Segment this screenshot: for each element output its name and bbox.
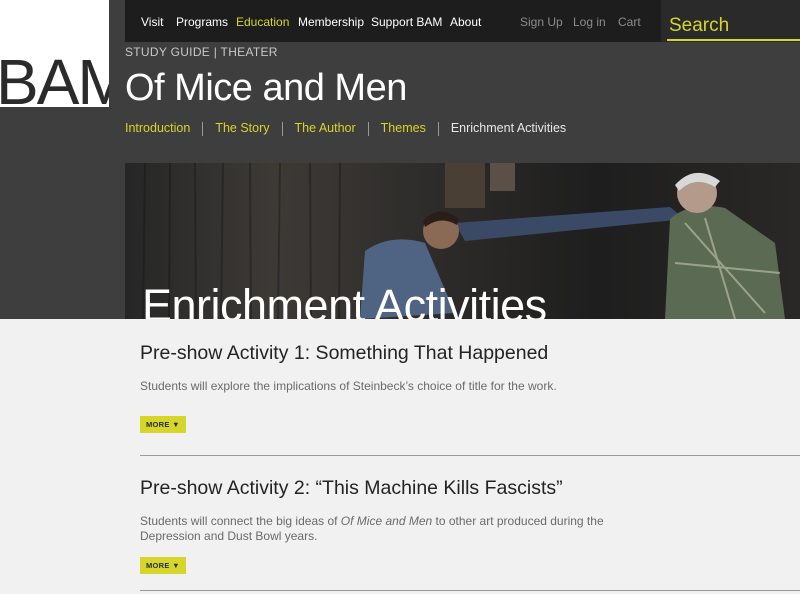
subnav-separator (367, 121, 369, 136)
subnav-separator (202, 121, 204, 136)
nav-item-membership[interactable]: Membership (298, 15, 364, 29)
dropdown-triangle-icon: ▼ (172, 420, 180, 429)
subnav-themes[interactable]: Themes (381, 121, 426, 135)
search-input[interactable]: Search (661, 0, 800, 42)
activity-divider (140, 590, 800, 591)
nav-item-programs[interactable]: Programs (176, 15, 228, 29)
subnav-enrichment-activities: Enrichment Activities (450, 121, 567, 135)
activity-item: Pre-show Activity 2: “This Machine Kills… (140, 477, 800, 574)
logo-text: BAM (0, 46, 109, 107)
hero-image: Enrichment Activities (125, 163, 800, 319)
search-underline (667, 39, 800, 41)
more-button[interactable]: MORE ▼ (140, 557, 186, 574)
activity-item: Pre-show Activity 1: Something That Happ… (140, 342, 800, 433)
activity-divider (140, 455, 800, 456)
activity-title[interactable]: Pre-show Activity 1: Something That Happ… (140, 342, 800, 365)
nav-item-about[interactable]: About (450, 15, 481, 29)
activity-description: Students will connect the big ideas of O… (140, 514, 604, 543)
log-in-link[interactable]: Log in (573, 15, 606, 29)
subnav-separator (281, 121, 283, 136)
subnav-the-author[interactable]: The Author (295, 121, 356, 135)
hero-heading: Enrichment Activities (142, 280, 547, 320)
nav-item-support-bam[interactable]: Support BAM (371, 15, 442, 29)
cart-link[interactable]: Cart (618, 15, 641, 29)
activity-title[interactable]: Pre-show Activity 2: “This Machine Kills… (140, 477, 800, 500)
nav-item-education[interactable]: Education (236, 15, 289, 29)
dropdown-triangle-icon: ▼ (172, 561, 180, 570)
more-button[interactable]: MORE ▼ (140, 416, 186, 433)
study-guide-label: STUDY GUIDE | THEATER (125, 45, 278, 59)
study-guide-subnav: Introduction The Story The Author Themes Enr… (125, 121, 566, 136)
subnav-the-story[interactable]: The Story (215, 121, 269, 135)
main-navbar: Visit Programs Education Membership Supp… (125, 0, 661, 42)
nav-item-visit[interactable]: Visit (141, 15, 163, 29)
page-title: Of Mice and Men (125, 67, 407, 109)
activity-description: Students will explore the implications o… (140, 379, 557, 393)
search-label: Search (669, 15, 730, 36)
sign-up-link[interactable]: Sign Up (520, 15, 563, 29)
subnav-separator (437, 121, 439, 136)
subnav-introduction[interactable]: Introduction (125, 121, 190, 135)
bam-logo[interactable]: BAM (0, 0, 109, 107)
